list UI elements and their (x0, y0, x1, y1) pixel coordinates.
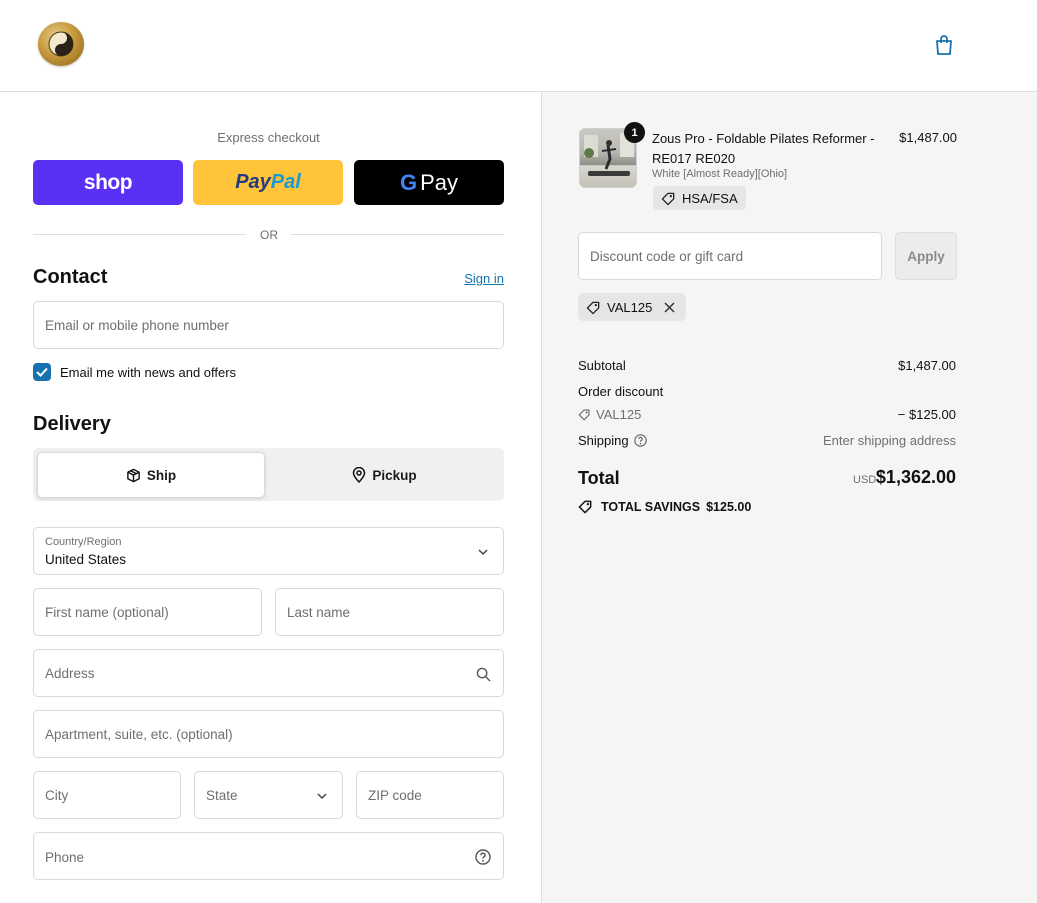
first-name-placeholder: First name (optional) (45, 605, 169, 620)
contact-title: Contact (33, 266, 108, 288)
shopping-bag-icon (936, 35, 952, 55)
shipping-value: Enter shipping address (823, 433, 956, 448)
ship-option[interactable]: Ship (37, 452, 265, 498)
shipping-label: Shipping (578, 433, 629, 448)
last-name-field[interactable]: Last name (275, 588, 504, 636)
ship-label: Ship (146, 467, 177, 483)
state-placeholder: State (206, 788, 238, 803)
pickup-label: Pickup (372, 467, 417, 483)
chevron-down-icon (313, 787, 331, 805)
savings-value: $125.00 (706, 499, 752, 514)
product-price: $1,487.00 (899, 130, 957, 145)
state-select[interactable]: State (194, 771, 343, 819)
newsletter-label: Email me with news and offers (60, 364, 237, 380)
savings-label: TOTAL SAVINGS (601, 499, 701, 514)
location-pin-icon (353, 467, 366, 483)
chevron-down-icon (474, 543, 492, 561)
cart-button[interactable] (930, 32, 958, 58)
phone-placeholder: Phone (45, 850, 85, 865)
newsletter-row: Email me with news and offers (33, 363, 236, 381)
total-savings-row: TOTAL SAVINGS $125.00 (578, 499, 751, 514)
city-placeholder: City (45, 788, 69, 803)
or-separator: OR (260, 228, 278, 242)
yin-yang-logo[interactable] (38, 22, 84, 66)
paypal-button[interactable]: Pay Pal (193, 160, 343, 205)
country-label: Country/Region (45, 536, 122, 548)
country-select[interactable]: Country/Region United States (33, 527, 504, 575)
shipping-row: Shipping (578, 433, 647, 448)
applied-discount-chip: VAL125 (578, 293, 687, 321)
last-name-placeholder: Last name (287, 605, 351, 620)
total-value: $1,362.00 (875, 467, 956, 487)
box-icon (127, 468, 140, 482)
product-name: Zous Pro - Foldable Pilates Reformer - R… (652, 131, 875, 166)
first-name-field[interactable]: First name (optional) (33, 588, 262, 636)
shop-pay-label: shop (83, 170, 133, 194)
country-value: United States (45, 552, 127, 567)
checkmark-icon (36, 367, 48, 377)
divider (291, 234, 504, 235)
discount-code-row: VAL125 (578, 407, 641, 422)
delivery-title: Delivery (33, 413, 111, 435)
order-summary: 1 Zous Pro - Foldable Pilates Reformer -… (541, 92, 1037, 903)
paypal-label-part2: Pal (270, 171, 301, 193)
email-placeholder: Email or mobile phone number (45, 318, 229, 333)
applied-code-label: VAL125 (607, 299, 653, 315)
help-circle-icon[interactable] (633, 434, 647, 447)
zip-field[interactable]: ZIP code (356, 771, 504, 819)
address-placeholder: Address (45, 666, 95, 681)
subtotal-label: Subtotal (578, 358, 626, 373)
product-variant: White [Almost Ready][Ohio] (652, 168, 788, 180)
discount-placeholder: Discount code or gift card (590, 249, 744, 264)
google-pay-button[interactable]: G Pay (354, 160, 504, 205)
remove-discount-icon[interactable] (662, 300, 676, 314)
total-currency: USD (853, 474, 877, 486)
header (0, 0, 1037, 92)
yin-yang-icon (48, 31, 74, 57)
search-icon[interactable] (474, 665, 492, 683)
paypal-label-part1: Pay (235, 171, 271, 193)
discount-value: − $125.00 (897, 407, 956, 422)
apply-button[interactable]: Apply (895, 232, 957, 280)
express-checkout-label: Express checkout (217, 130, 320, 145)
tag-icon (578, 500, 592, 514)
total-label: Total (578, 468, 620, 488)
address-field[interactable]: Address (33, 649, 504, 697)
apartment-placeholder: Apartment, suite, etc. (optional) (45, 727, 233, 742)
zip-placeholder: ZIP code (368, 788, 422, 803)
apartment-field[interactable]: Apartment, suite, etc. (optional) (33, 710, 504, 758)
tag-icon (586, 301, 600, 314)
hsa-fsa-badge: HSA/FSA (653, 186, 746, 210)
hsa-fsa-label: HSA/FSA (682, 190, 738, 206)
newsletter-checkbox[interactable] (33, 363, 51, 381)
phone-field[interactable]: Phone (33, 832, 504, 880)
divider (33, 234, 246, 235)
sign-in-link[interactable]: Sign in (450, 271, 504, 286)
delivery-method-toggle: Ship Pickup (33, 448, 504, 501)
tag-icon (578, 409, 590, 421)
checkout-form: Express checkout shop Pay Pal G Pay OR Con… (0, 92, 541, 903)
help-circle-icon[interactable] (474, 848, 492, 866)
order-discount-label: Order discount (578, 384, 664, 399)
google-g-icon: G (399, 169, 418, 195)
google-pay-label: Pay (420, 169, 459, 195)
city-field[interactable]: City (33, 771, 181, 819)
email-field[interactable]: Email or mobile phone number (33, 301, 504, 349)
quantity-badge: 1 (624, 122, 645, 143)
subtotal-value: $1,487.00 (898, 358, 956, 373)
pickup-option[interactable]: Pickup (269, 452, 500, 498)
tag-icon (661, 192, 675, 205)
shop-pay-button[interactable]: shop (33, 160, 183, 205)
discount-code-field[interactable]: Discount code or gift card (578, 232, 882, 280)
discount-code-text: VAL125 (596, 407, 642, 422)
